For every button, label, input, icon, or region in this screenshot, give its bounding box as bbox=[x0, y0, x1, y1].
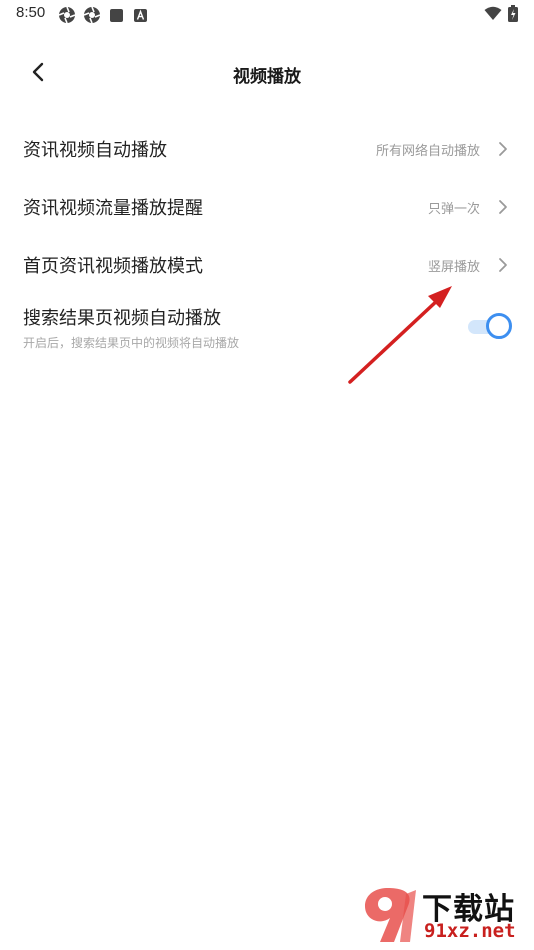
page-title: 视频播放 bbox=[233, 67, 301, 87]
watermark-logo-icon bbox=[364, 888, 416, 942]
status-time: 8:50 bbox=[16, 4, 46, 21]
setting-label: 资讯视频自动播放 bbox=[23, 140, 167, 161]
watermark: 下载站 91xz.net bbox=[358, 884, 528, 946]
chevron-right-icon bbox=[498, 141, 510, 157]
auto-play-toggle[interactable] bbox=[466, 312, 512, 340]
setting-label: 资讯视频流量播放提醒 bbox=[23, 198, 203, 219]
annotation-arrow-icon bbox=[348, 286, 452, 384]
aperture-icon bbox=[83, 6, 101, 28]
header: 视频播放 bbox=[0, 50, 534, 98]
setting-label: 搜索结果页视频自动播放 bbox=[23, 308, 221, 329]
chevron-right-icon bbox=[498, 257, 510, 273]
status-bar: 8:50 bbox=[0, 0, 534, 28]
battery-icon bbox=[508, 5, 518, 26]
stop-square-icon bbox=[110, 7, 123, 26]
setting-row-data-reminder[interactable]: 资讯视频流量播放提醒 只弹一次 bbox=[0, 178, 534, 236]
setting-value: 所有网络自动播放 bbox=[375, 143, 480, 159]
a-badge-icon bbox=[134, 7, 147, 26]
setting-label: 首页资讯视频播放模式 bbox=[23, 256, 203, 277]
setting-description: 开启后，搜索结果页中的视频将自动播放 bbox=[23, 336, 240, 350]
setting-row-auto-play[interactable]: 资讯视频自动播放 所有网络自动播放 bbox=[0, 120, 534, 178]
toggle-knob bbox=[486, 313, 512, 339]
aperture-icon bbox=[58, 6, 76, 28]
setting-value: 只弹一次 bbox=[427, 201, 480, 217]
chevron-right-icon bbox=[498, 199, 510, 215]
setting-value: 竖屏播放 bbox=[427, 259, 480, 275]
wifi-icon bbox=[484, 6, 502, 25]
watermark-url: 91xz.net bbox=[424, 920, 516, 942]
